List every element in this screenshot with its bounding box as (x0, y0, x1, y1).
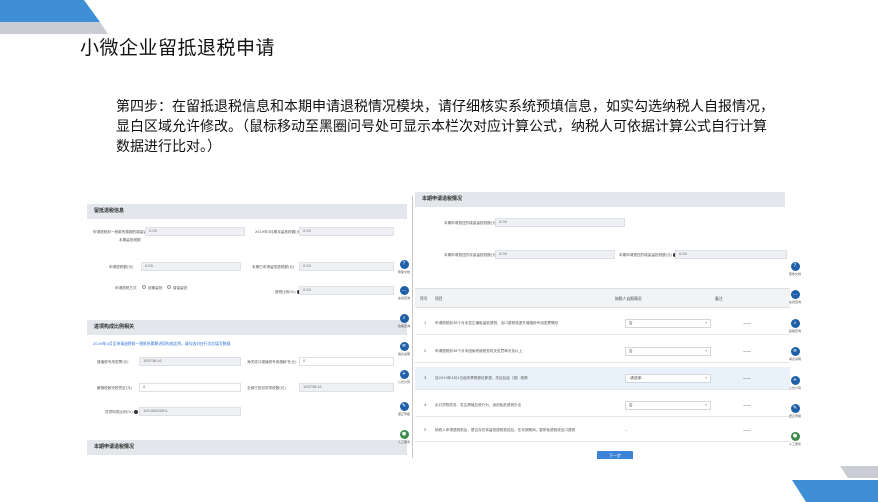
field-value[interactable]: 0 (299, 357, 394, 366)
corner-decoration-bottom-right (792, 466, 878, 502)
table-row: 2 申请退税前36个月未因偷税被税务机关处罚两次及以上 否 ▾ —— (415, 340, 790, 363)
field-value: 0.00 (145, 227, 245, 236)
field-label: 申请退税方式 (115, 286, 137, 290)
field-label: 退税比例(%) (275, 290, 301, 295)
section-title-current-refund: 本期申请退税情况 (87, 440, 407, 455)
field-label: 进项构成比例(%) (105, 410, 138, 415)
edit-icon[interactable]: ✎ 更正申报 (396, 402, 412, 416)
field-label: 本期申请退还的增量留抵税额(元) (619, 253, 678, 258)
field-label: 解缴税款完税凭证(元) (97, 386, 133, 390)
field-value: 150736.41 (139, 357, 241, 366)
self-report-select[interactable]: 否 ▾ (625, 347, 711, 356)
field-value: 0.00 (675, 250, 787, 259)
table-row: 5 纳税人申请退税前后，是否存在将留抵退税退还后，在未按期间，暂停免退税或出口退… (415, 419, 790, 442)
person-icon[interactable]: ● 人工服务 (396, 430, 412, 444)
form-icon[interactable]: ≡ 填表说明 (787, 347, 803, 361)
radio-button[interactable] (142, 285, 146, 289)
field-sublabel: 本期留抵税额 (119, 238, 141, 242)
person-icon[interactable]: ● 人工服务 (787, 432, 803, 446)
column-header-remark: 备注 (715, 296, 723, 301)
field-label: 增值税专用发票(元) (97, 360, 129, 364)
form-icon[interactable]: ≡ 填表说明 (396, 342, 412, 356)
table-row: 3 自2019年4月1日起未享受即征即退、先征后返（退）政策 -请选择- ▾ —— (415, 367, 790, 390)
column-header-index: 序号 (420, 296, 428, 301)
self-report-select[interactable]: 否 ▾ (625, 401, 711, 410)
field-label: 申请退税额(元) (109, 265, 134, 269)
corner-decoration-top-left (0, 0, 108, 34)
field-label: 本期已申请留抵退税额(元) (252, 265, 295, 269)
field-value: 150736.41 (299, 383, 394, 392)
field-value: 0.00 (495, 218, 625, 227)
section-title-retention-info: 留抵退税信息 (87, 204, 407, 219)
step-instruction: 第四步：在留抵退税信息和本期申请退税情况模块，请仔细核实系统预填信息，如实勾选纳… (116, 99, 774, 155)
calc-icon[interactable]: + 公式计算 (396, 370, 412, 384)
self-report-select[interactable]: 否 ▾ (625, 319, 711, 328)
search-icon[interactable]: ⌕ 政策查询 (787, 319, 803, 333)
edit-icon[interactable]: ✎ 更正申报 (787, 404, 803, 418)
left-screenshot-panel: 留抵退税信息 申请退税前一税款所属期的增量留抵税额(元) 0.00 本期留抵税额… (87, 196, 413, 458)
help-icon[interactable]: ? 帮助文档 (787, 262, 803, 276)
section-note: 2019年4月至申请退税前一税款所属期进项构成比例，请勾选对应行次后填写数据 (93, 341, 231, 346)
self-report-select[interactable]: -请选择- ▾ (625, 374, 711, 383)
field-value: 0.00 (495, 250, 615, 259)
field-label: 本期申请退还的存量留抵税额(元) (444, 253, 503, 258)
radio-label: 增量留抵 (173, 286, 188, 290)
field-value: 0.00 (299, 227, 394, 236)
field-label: 本期申请退还的增量留抵税额(元) (444, 221, 498, 225)
field-value: 0.00 (299, 286, 394, 295)
column-header-self-report: 纳税人自报情况 (615, 296, 642, 301)
field-value: 0.00 (299, 262, 394, 271)
chat-icon[interactable]: … 在线咨询 (396, 286, 412, 300)
radio-button[interactable] (167, 285, 171, 289)
calc-icon[interactable]: + 公式计算 (787, 376, 803, 390)
field-value: 100.000000% (139, 407, 241, 416)
field-label: 2019年3月期末留抵税额(元) (255, 230, 302, 234)
help-icon[interactable]: ? 帮助文档 (396, 260, 412, 274)
help-question-icon[interactable] (133, 410, 138, 414)
field-label: 全部已抵扣进项税额(元) (247, 386, 286, 390)
right-screenshot-panel: 本期申请退税情况 本期申请退还的增量留抵税额(元) 0.00 本期申请退还的存量… (415, 186, 805, 459)
field-value[interactable]: 0 (139, 383, 241, 392)
section-title-current-refund: 本期申请退税情况 (415, 192, 785, 207)
section-title-input-ratio: 进项构成比例相关 (87, 320, 407, 335)
next-step-button[interactable]: 下一步 (597, 451, 633, 459)
chat-icon[interactable]: … 在线咨询 (787, 290, 803, 304)
search-icon[interactable]: ⌕ 政策查询 (396, 314, 412, 328)
field-value: 0.00 (141, 262, 241, 271)
column-header-item: 项目 (435, 296, 443, 301)
field-label: 海关进口增值税专用缴款书(元) (247, 360, 297, 364)
radio-label: 按期留抵 (148, 286, 163, 290)
table-row: 4 出口货物劳务、发生跨境应税行为，适用免抵退税办法 否 ▾ —— (415, 394, 790, 417)
slide-title: 小微企业留抵退税申请 (80, 37, 276, 59)
table-header: 序号 项目 纳税人自报情况 备注 (415, 288, 790, 308)
table-row: 1 申请退税前36个月未发生骗取留抵退税、出口退税或虚开增值税专用发票情形 否 ▾… (415, 312, 790, 335)
